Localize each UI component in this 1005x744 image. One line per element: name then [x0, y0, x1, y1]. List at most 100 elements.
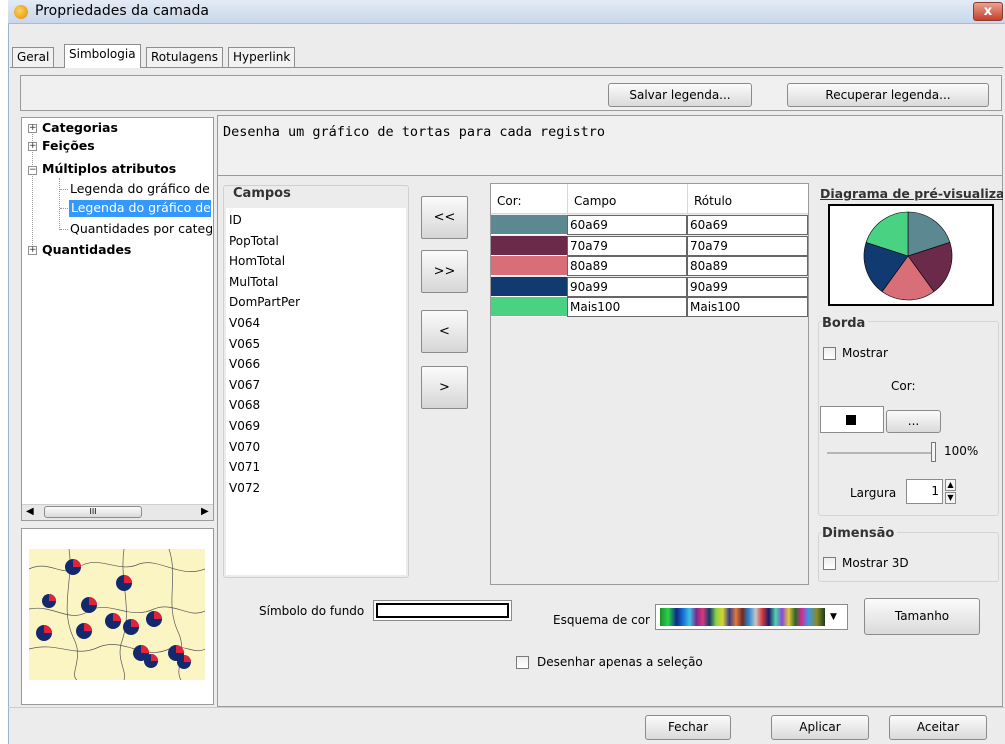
field-list-item[interactable]: V064: [229, 316, 260, 337]
row-color-swatch[interactable]: [491, 235, 567, 256]
row-color-swatch[interactable]: [491, 215, 567, 235]
tree-line: [60, 189, 68, 190]
show-3d-checkbox[interactable]: [823, 557, 836, 570]
transparency-slider-handle[interactable]: [931, 442, 936, 462]
tree-line: [60, 208, 68, 209]
preview-title: Diagrama de pré-visualização: [820, 186, 1003, 201]
tree-line: [59, 178, 60, 230]
background-symbol-swatch: [376, 603, 509, 618]
app-icon: [14, 5, 28, 19]
scrollbar-thumb[interactable]: III: [44, 506, 142, 518]
header-label[interactable]: Rótulo: [694, 194, 732, 208]
show-border-label: Mostrar: [842, 346, 888, 360]
scroll-left-icon[interactable]: ◀: [26, 506, 34, 517]
transparency-slider-track[interactable]: [827, 452, 933, 454]
row-color-swatch[interactable]: [491, 297, 567, 317]
field-list-item[interactable]: DomPartPer: [229, 295, 300, 316]
draw-selection-only-label: Desenhar apenas a seleção: [537, 655, 703, 669]
field-list-item[interactable]: HomTotal: [229, 254, 285, 275]
field-list-item[interactable]: V065: [229, 337, 260, 358]
accept-button[interactable]: Aceitar: [889, 715, 987, 740]
header-field[interactable]: Campo: [574, 194, 616, 208]
row-field-cell[interactable]: Mais100: [567, 297, 687, 317]
save-legend-button[interactable]: Salvar legenda...: [608, 83, 752, 107]
field-list-item[interactable]: MulTotal: [229, 275, 278, 296]
border-width-label: Largura: [850, 486, 897, 500]
row-field-cell[interactable]: 80a89: [567, 256, 687, 276]
expand-icon[interactable]: +: [28, 142, 37, 151]
field-list-item[interactable]: V072: [229, 481, 260, 502]
remove-all-fields-button[interactable]: >>: [421, 250, 468, 293]
header-divider: [687, 184, 688, 214]
close-button[interactable]: Fechar: [645, 715, 731, 740]
footer-divider: [8, 707, 1005, 708]
pie-preview: [863, 211, 953, 301]
tree-item-quantidades[interactable]: Quantidades: [42, 242, 131, 259]
transparency-percent: 100%: [944, 444, 979, 458]
field-list-item[interactable]: PopTotal: [229, 234, 279, 255]
show-3d-label: Mostrar 3D: [842, 556, 909, 570]
field-list-item[interactable]: V068: [229, 398, 260, 419]
tab-simbologia[interactable]: Simbologia: [64, 44, 141, 68]
field-list-item[interactable]: V071: [229, 460, 260, 481]
borda-title: Borda: [822, 316, 869, 331]
tree-line: [60, 229, 68, 230]
description-text: Desenha um gráfico de tortas para cada r…: [223, 124, 606, 140]
row-field-cell[interactable]: 60a69: [567, 215, 687, 235]
expand-icon[interactable]: +: [28, 124, 37, 133]
border-color-label: Cor:: [891, 379, 916, 393]
tree-item-legenda-2-selected[interactable]: Legenda do gráfico de: [69, 200, 211, 217]
spinner-down-icon[interactable]: ▼: [945, 492, 956, 504]
background-symbol-label: Símbolo do fundo: [259, 604, 365, 618]
remove-field-button[interactable]: >: [421, 366, 468, 409]
row-label-cell[interactable]: 60a69: [687, 215, 808, 235]
expand-icon[interactable]: +: [28, 246, 37, 255]
field-list-item[interactable]: V069: [229, 419, 260, 440]
row-label-cell[interactable]: Mais100: [687, 297, 808, 317]
tree-item-legenda-1[interactable]: Legenda do gráfico de: [70, 181, 210, 198]
color-square-icon: [846, 415, 856, 425]
field-list-item[interactable]: V066: [229, 357, 260, 378]
tree-item-feicoes[interactable]: Feições: [42, 138, 95, 155]
row-label-cell[interactable]: 80a89: [687, 256, 808, 276]
window-title: Propriedades da camada: [35, 3, 209, 19]
header-color[interactable]: Cor:: [497, 194, 522, 208]
size-button[interactable]: Tamanho: [864, 598, 980, 635]
tab-divider: [10, 67, 1003, 68]
tab-hyperlink[interactable]: Hyperlink: [228, 47, 296, 67]
row-label-cell[interactable]: 70a79: [687, 235, 808, 256]
show-border-checkbox[interactable]: [823, 347, 836, 360]
chevron-down-icon[interactable]: ▼: [830, 612, 837, 622]
tab-geral[interactable]: Geral: [12, 47, 55, 67]
row-field-cell[interactable]: 70a79: [567, 235, 687, 256]
color-scheme-label: Esquema de cor: [553, 613, 650, 627]
row-label-cell[interactable]: 90a99: [687, 276, 808, 297]
choose-border-color-button[interactable]: ...: [886, 410, 941, 433]
spinner-up-icon[interactable]: ▲: [945, 479, 956, 491]
tab-rotulagens[interactable]: Rotulagens: [146, 47, 223, 67]
scroll-right-icon[interactable]: ▶: [201, 506, 209, 517]
campos-title: Campos: [233, 186, 291, 201]
apply-button[interactable]: Aplicar: [771, 715, 869, 740]
dimensao-title: Dimensão: [822, 526, 898, 541]
row-color-swatch[interactable]: [491, 256, 567, 276]
add-all-fields-button[interactable]: <<: [421, 196, 468, 239]
tree-item-quantidades-por-categoria[interactable]: Quantidades por categ: [70, 221, 212, 238]
field-list-item[interactable]: V070: [229, 440, 260, 461]
tree-item-categorias[interactable]: Categorias: [42, 120, 118, 137]
map-thumbnail: [29, 549, 205, 680]
close-window-button[interactable]: x: [973, 2, 1003, 21]
color-scheme-gradient: [660, 608, 825, 626]
draw-selection-only-checkbox[interactable]: [516, 656, 529, 669]
recover-legend-button[interactable]: Recuperar legenda...: [787, 83, 989, 107]
tree-item-multiplos-atributos[interactable]: Múltiplos atributos: [42, 161, 176, 178]
add-field-button[interactable]: <: [421, 310, 468, 353]
header-divider: [567, 184, 568, 214]
row-color-swatch[interactable]: [491, 276, 567, 297]
field-list-item[interactable]: ID: [229, 213, 242, 234]
field-list-item[interactable]: V067: [229, 378, 260, 399]
border-width-input[interactable]: 1: [906, 479, 943, 504]
table-header: [491, 184, 808, 214]
collapse-icon[interactable]: −: [28, 166, 37, 175]
row-field-cell[interactable]: 90a99: [567, 276, 687, 297]
